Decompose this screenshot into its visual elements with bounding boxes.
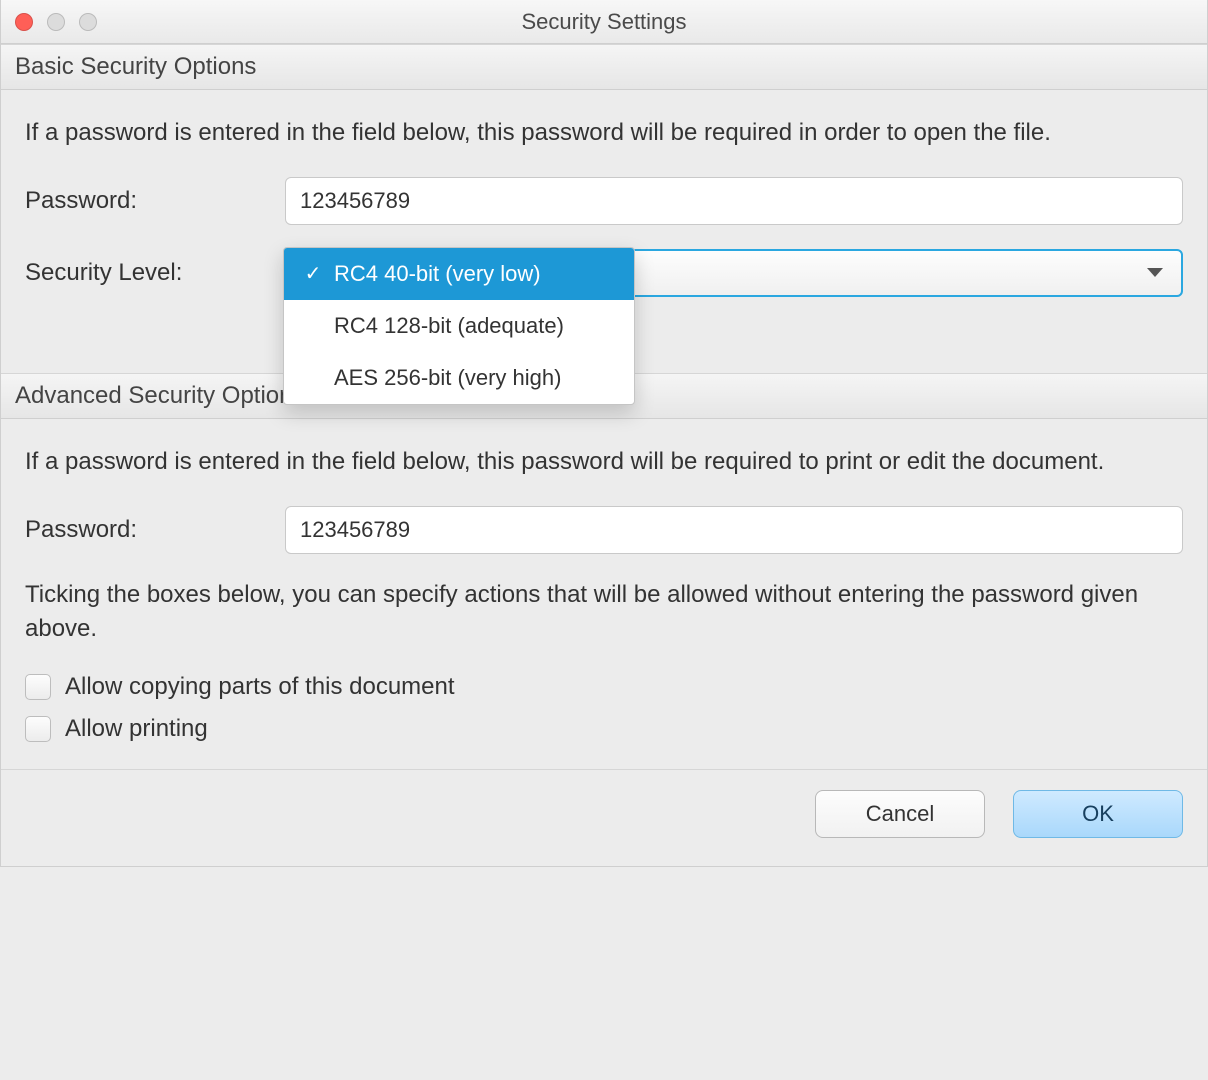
advanced-description: If a password is entered in the field be… (25, 445, 1183, 480)
basic-section: If a password is entered in the field be… (1, 90, 1207, 373)
advanced-password-label: Password: (25, 516, 285, 544)
zoom-window-button[interactable] (79, 13, 97, 31)
security-level-row: Security Level: ✓ RC4 40-bit (very low) … (25, 249, 1183, 297)
ok-button[interactable]: OK (1013, 790, 1183, 838)
check-icon: ✓ (302, 261, 324, 286)
basic-section-header: Basic Security Options (1, 44, 1207, 90)
permissions-description: Ticking the boxes below, you can specify… (25, 578, 1183, 648)
security-level-option-rc4-128[interactable]: RC4 128-bit (adequate) (284, 300, 634, 352)
security-level-label: Security Level: (25, 259, 285, 287)
allow-copy-row: Allow copying parts of this document (25, 673, 1183, 701)
advanced-section: If a password is entered in the field be… (1, 419, 1207, 769)
allow-copy-label: Allow copying parts of this document (65, 673, 455, 701)
security-level-dropdown: ✓ RC4 40-bit (very low) RC4 128-bit (ade… (283, 247, 635, 405)
allow-print-label: Allow printing (65, 715, 208, 743)
security-level-option-label: RC4 40-bit (very low) (334, 261, 541, 287)
advanced-password-row: Password: (25, 506, 1183, 554)
advanced-password-input[interactable] (285, 506, 1183, 554)
security-settings-window: Security Settings Basic Security Options… (0, 0, 1208, 867)
allow-copy-checkbox[interactable] (25, 674, 51, 700)
titlebar: Security Settings (1, 0, 1207, 44)
minimize-window-button[interactable] (47, 13, 65, 31)
basic-password-row: Password: (25, 177, 1183, 225)
dialog-footer: Cancel OK (1, 769, 1207, 866)
security-level-option-rc4-40[interactable]: ✓ RC4 40-bit (very low) (284, 248, 634, 300)
security-level-option-label: AES 256-bit (very high) (334, 365, 561, 391)
security-level-option-label: RC4 128-bit (adequate) (334, 313, 564, 339)
close-window-button[interactable] (15, 13, 33, 31)
allow-print-row: Allow printing (25, 715, 1183, 743)
basic-description: If a password is entered in the field be… (25, 116, 1183, 151)
basic-password-label: Password: (25, 187, 285, 215)
traffic-lights (1, 13, 97, 31)
basic-password-input[interactable] (285, 177, 1183, 225)
security-level-option-aes-256[interactable]: AES 256-bit (very high) (284, 352, 634, 404)
window-title: Security Settings (1, 9, 1207, 35)
cancel-button[interactable]: Cancel (815, 790, 985, 838)
chevron-down-icon (1147, 268, 1163, 277)
allow-print-checkbox[interactable] (25, 716, 51, 742)
